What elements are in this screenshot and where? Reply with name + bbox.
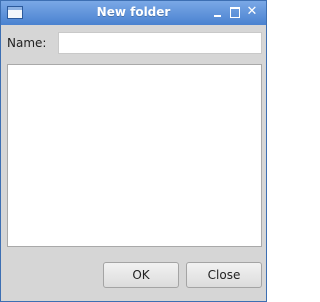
new-folder-dialog: New folder ✕ Name: OK Close	[0, 0, 267, 302]
content-area[interactable]	[7, 64, 262, 247]
close-button[interactable]: Close	[186, 262, 262, 288]
close-window-icon[interactable]: ✕	[246, 5, 258, 18]
ok-button[interactable]: OK	[103, 262, 179, 288]
title-bar[interactable]: New folder ✕	[1, 1, 266, 25]
name-input[interactable]	[58, 32, 262, 54]
window-title: New folder	[96, 5, 171, 19]
minimize-icon[interactable]	[212, 6, 224, 18]
name-label: Name:	[7, 36, 47, 50]
maximize-icon[interactable]	[229, 6, 241, 18]
